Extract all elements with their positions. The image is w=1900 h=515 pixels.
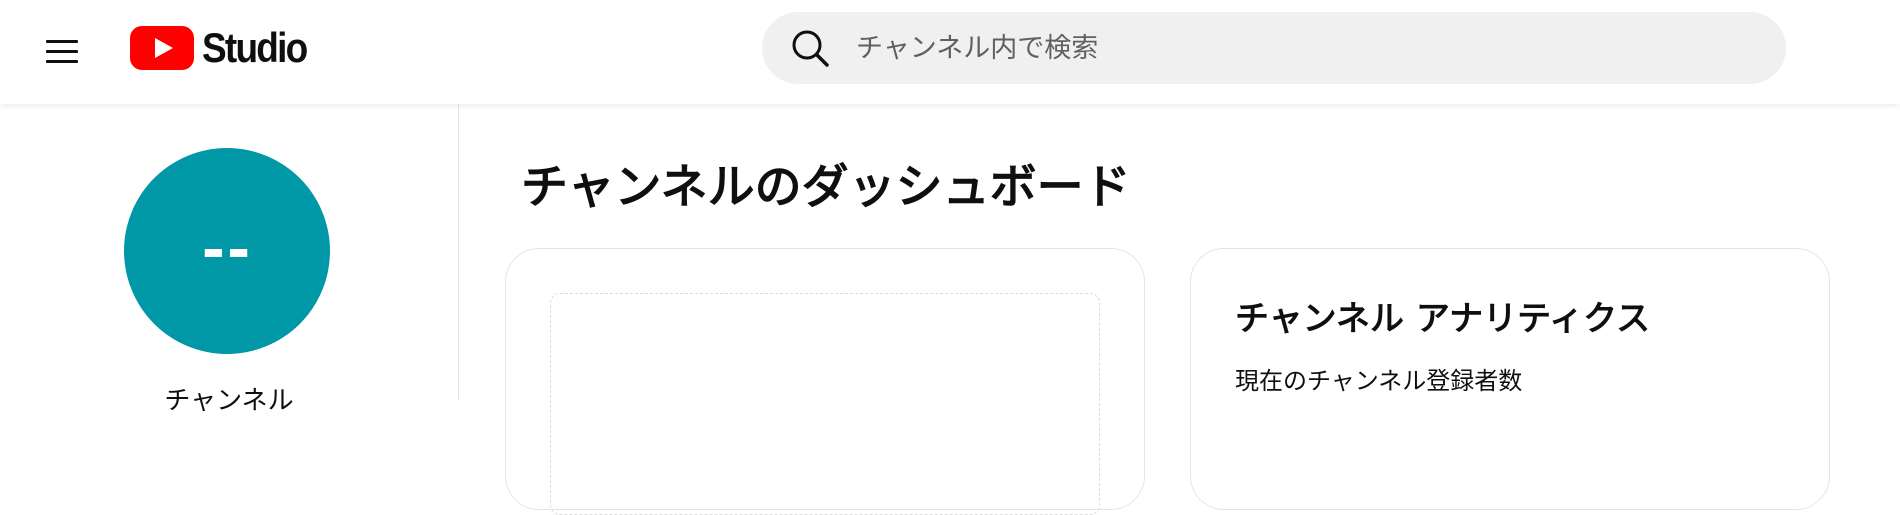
avatar-initials: -- xyxy=(201,218,253,283)
hamburger-menu-icon-line xyxy=(46,39,78,43)
studio-logo[interactable]: Studio xyxy=(130,22,321,74)
search-icon[interactable] xyxy=(790,28,830,68)
dashboard-main: チャンネルのダッシュボード チャンネル アナリティクス 現在のチャンネル登録者数 xyxy=(459,104,1900,515)
youtube-play-icon xyxy=(130,26,194,70)
menu-button[interactable] xyxy=(36,28,88,74)
subscriber-count-label: 現在のチャンネル登録者数 xyxy=(1235,367,1523,395)
channel-analytics-card: チャンネル アナリティクス 現在のチャンネル登録者数 xyxy=(1190,248,1830,510)
upload-card xyxy=(505,248,1145,515)
search-input[interactable] xyxy=(854,27,1786,69)
analytics-card-title: チャンネル アナリティクス xyxy=(1235,299,1651,339)
upload-dropzone[interactable] xyxy=(550,293,1100,515)
sidebar-channel-label: チャンネル xyxy=(164,386,294,416)
logo-text: Studio xyxy=(202,24,308,71)
top-app-bar: Studio xyxy=(0,0,1900,104)
hamburger-menu-icon-line xyxy=(46,49,78,53)
search-bar[interactable] xyxy=(762,12,1786,84)
sidebar: -- チャンネル xyxy=(0,104,459,416)
page-title: チャンネルのダッシュボード xyxy=(521,160,1131,215)
channel-avatar[interactable]: -- xyxy=(124,148,330,354)
hamburger-menu-icon-line xyxy=(46,59,78,63)
